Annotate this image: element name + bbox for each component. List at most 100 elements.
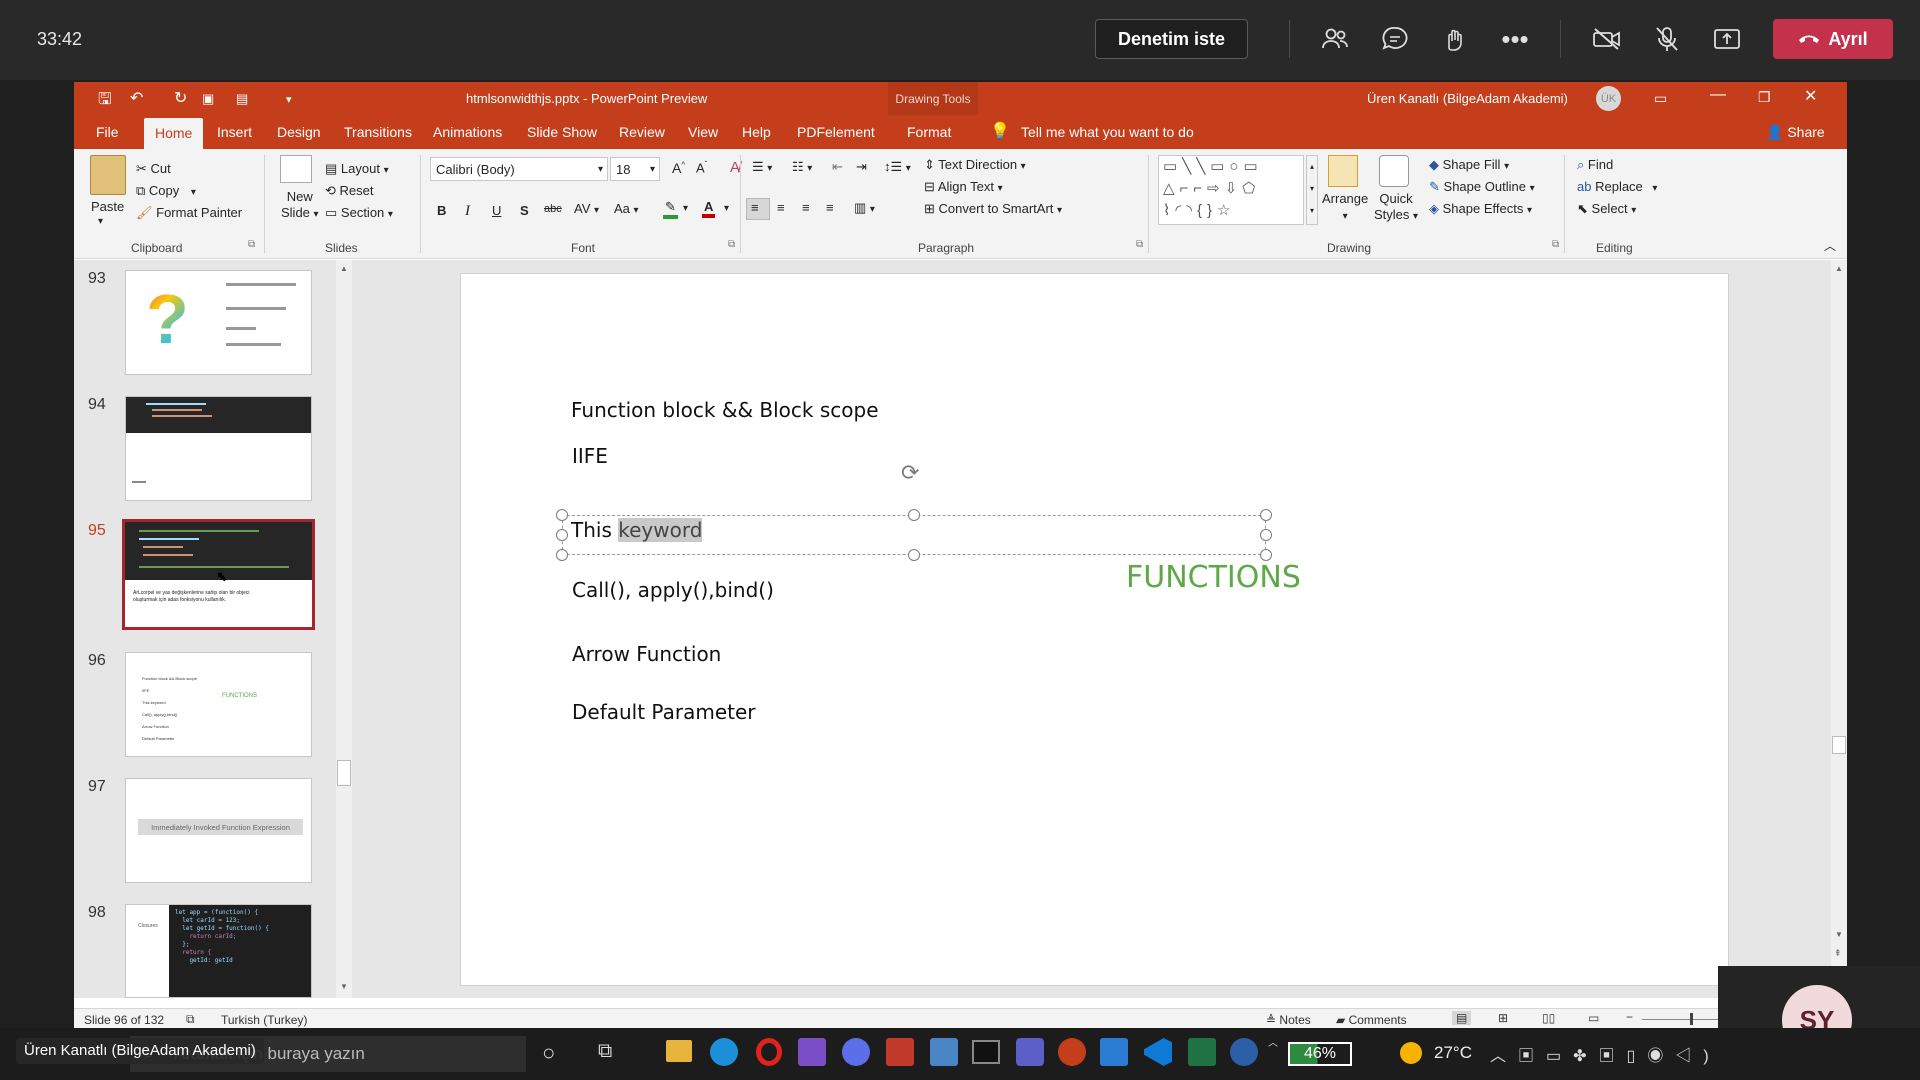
zoom-out-icon[interactable]: −	[1626, 1010, 1633, 1024]
camera-off-icon[interactable]	[1592, 24, 1622, 54]
notes-button[interactable]: ≜ Notes	[1266, 1013, 1311, 1027]
scroll-down-icon[interactable]: ▼	[340, 982, 348, 991]
discord-icon[interactable]	[842, 1038, 870, 1066]
save-icon[interactable]: 🖫	[98, 88, 112, 115]
section-button[interactable]: ▭ Section ▾	[325, 205, 393, 221]
replace-button[interactable]: ab Replace ▾	[1577, 179, 1657, 194]
align-right-icon[interactable]: ≡	[802, 200, 810, 215]
find-button[interactable]: ⌕ Find	[1577, 157, 1613, 173]
chevron-down-icon[interactable]: ▾	[724, 203, 729, 214]
resize-handle[interactable]	[556, 529, 568, 541]
tab-file[interactable]: File	[96, 124, 119, 140]
app-icon[interactable]	[1230, 1038, 1258, 1066]
line-spacing-icon[interactable]: ↕☰ ▾	[884, 159, 911, 175]
close-icon[interactable]: ✕	[1804, 86, 1817, 106]
font-size-dropdown[interactable]: 18 ▾	[610, 157, 660, 181]
dialog-launcher-icon[interactable]: ⧉	[248, 239, 255, 250]
normal-view-icon[interactable]: ▤	[1452, 1011, 1472, 1025]
scroll-thumb[interactable]	[337, 760, 351, 786]
decrease-indent-icon[interactable]: ⇤	[832, 159, 843, 175]
chat-icon[interactable]	[1380, 24, 1410, 54]
user-avatar[interactable]: ÜK	[1596, 86, 1621, 111]
columns-icon[interactable]: ▥ ▾	[854, 200, 875, 216]
opera-icon[interactable]	[756, 1038, 782, 1066]
shrink-font-icon[interactable]: Aˇ	[696, 160, 707, 175]
remote-desktop-icon[interactable]	[930, 1038, 958, 1066]
bold-icon[interactable]: B	[437, 203, 446, 218]
clear-formatting-icon[interactable]: A̸	[730, 159, 740, 176]
slide-thumbnail-98[interactable]: Closures let app = (function() { let car…	[125, 904, 312, 998]
character-spacing-icon[interactable]: AV ▾	[574, 201, 599, 216]
quick-styles-button[interactable]: Quick Styles ▾	[1374, 191, 1418, 225]
redo-icon[interactable]: ↻	[174, 88, 187, 108]
resize-handle[interactable]	[1260, 529, 1272, 541]
slide-thumbnail-93[interactable]: ?	[125, 270, 312, 375]
justify-icon[interactable]: ≡	[826, 200, 834, 215]
slide-text-line[interactable]: Arrow Function	[572, 642, 721, 666]
chevron-down-icon[interactable]: ▾	[683, 203, 688, 214]
select-button[interactable]: ⬉ Select ▾	[1577, 201, 1636, 217]
minimize-icon[interactable]: —	[1710, 86, 1726, 104]
mic-off-icon[interactable]	[1652, 24, 1682, 54]
bullets-icon[interactable]: ☰ ▾	[752, 159, 772, 175]
terminal-icon[interactable]	[972, 1040, 1000, 1064]
cut-button[interactable]: ✂ Cut	[136, 161, 171, 177]
excel-icon[interactable]	[1188, 1038, 1216, 1066]
arrange-button[interactable]: Arrange ▾	[1322, 191, 1368, 225]
paste-button[interactable]: Paste	[91, 199, 124, 214]
tab-view[interactable]: View	[688, 124, 718, 140]
ribbon-display-icon[interactable]: ▭	[1654, 90, 1667, 107]
tell-me-search[interactable]: Tell me what you want to do	[1021, 124, 1194, 140]
comments-button[interactable]: ▰ Comments	[1336, 1013, 1407, 1027]
slide-text-line[interactable]: IIFE	[572, 444, 608, 468]
leave-button[interactable]: Ayrıl	[1773, 19, 1893, 59]
convert-smartart-button[interactable]: ⊞ Convert to SmartArt ▾	[924, 201, 1062, 217]
edge-icon[interactable]	[710, 1038, 738, 1066]
numbering-icon[interactable]: ☷ ▾	[792, 159, 812, 175]
slide-text-line[interactable]: Default Parameter	[572, 700, 756, 724]
text-direction-button[interactable]: ⇕ Text Direction ▾	[924, 157, 1026, 173]
tab-insert[interactable]: Insert	[217, 124, 252, 140]
dialog-launcher-icon[interactable]: ⧉	[1136, 239, 1143, 250]
collapse-ribbon-icon[interactable]: ︿	[1824, 237, 1836, 254]
task-view-icon[interactable]: ⧉	[598, 1040, 612, 1063]
tab-design[interactable]: Design	[277, 124, 321, 140]
scroll-down-icon[interactable]: ▼	[1835, 930, 1843, 939]
dialog-launcher-icon[interactable]: ⧉	[728, 239, 735, 250]
teams-icon[interactable]	[1016, 1038, 1044, 1066]
scroll-up-icon[interactable]: ▲	[1835, 264, 1843, 273]
paste-dropdown-icon[interactable]: ▾	[98, 216, 103, 227]
cortana-icon[interactable]: ○	[542, 1040, 555, 1066]
strikethrough-icon[interactable]: abc	[544, 203, 562, 215]
copy-button[interactable]: ⧉ Copy ▾	[136, 183, 196, 199]
slide-thumbnail-94[interactable]	[125, 396, 312, 501]
visual-studio-icon[interactable]	[798, 1038, 826, 1066]
touch-mode-icon[interactable]: ▤	[236, 91, 248, 107]
vscode-icon[interactable]	[1144, 1038, 1172, 1066]
tab-review[interactable]: Review	[619, 124, 665, 140]
align-text-button[interactable]: ⊟ Align Text ▾	[924, 179, 1003, 195]
slide-thumbnail-96[interactable]: Function block && Block scope IIFE This …	[125, 652, 312, 757]
dialog-launcher-icon[interactable]: ⧉	[1552, 239, 1559, 250]
spell-check-icon[interactable]: ⧉	[186, 1012, 195, 1027]
change-case-icon[interactable]: Aa ▾	[614, 201, 639, 216]
participants-icon[interactable]	[1320, 24, 1350, 54]
file-explorer-icon[interactable]	[666, 1040, 692, 1062]
scroll-up-icon[interactable]: ▲	[340, 264, 348, 273]
shape-effects-button[interactable]: ◈ Shape Effects ▾	[1429, 201, 1532, 217]
quick-styles-icon[interactable]	[1379, 155, 1409, 187]
winrar-icon[interactable]	[886, 1038, 914, 1066]
underline-icon[interactable]: U	[492, 203, 501, 218]
reactions-icon[interactable]	[1440, 24, 1470, 54]
slide-text-line[interactable]: Call(), apply(),bind()	[572, 578, 774, 602]
show-hidden-icons[interactable]: ︿	[1268, 1034, 1278, 1049]
arrange-icon[interactable]	[1328, 155, 1358, 187]
tab-home[interactable]: Home	[144, 118, 204, 149]
new-slide-icon[interactable]	[280, 155, 312, 183]
language-indicator[interactable]: Turkish (Turkey)	[221, 1013, 307, 1027]
format-painter-button[interactable]: 🖌 Format Painter	[136, 205, 242, 221]
screen-tool-icon[interactable]	[1100, 1038, 1128, 1066]
restore-icon[interactable]: ❐	[1758, 89, 1771, 106]
resize-handle[interactable]	[1260, 509, 1272, 521]
powerpoint-icon[interactable]	[1058, 1038, 1086, 1066]
